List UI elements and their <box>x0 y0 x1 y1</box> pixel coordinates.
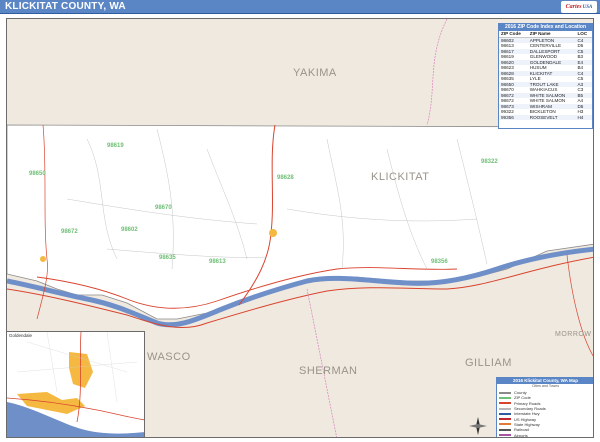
publisher-logo: Cartes USA <box>561 1 597 13</box>
legend-label: Secondary Roads <box>514 406 546 412</box>
legend-label: Interstate Hwy <box>514 411 540 417</box>
title-bar: KLICKITAT COUNTY, WA Cartes USA <box>0 0 600 14</box>
cell: H4 <box>575 114 592 121</box>
table-row: 98613 CENTERVILLE D5 <box>499 43 592 49</box>
region-label-gilliam: GILLIAM <box>465 357 512 369</box>
map-title: KLICKITAT COUNTY, WA <box>5 1 126 12</box>
region-label-wasco: WASCO <box>147 351 191 363</box>
table-row: 98670 WAHKIACUS C3 <box>499 87 592 93</box>
table-row: 98672 WHITE SALMON A4 <box>499 98 592 104</box>
zip-index-title: 2016 ZIP Code Index and Location <box>499 24 592 31</box>
region-label-klickitat: KLICKITAT <box>371 171 430 183</box>
table-row: 98619 GLENWOOD B3 <box>499 54 592 60</box>
map-legend: 2016 Klickitat County, WA Map Cities and… <box>496 377 593 438</box>
region-label-sherman: SHERMAN <box>299 365 358 377</box>
table-row: 99322 BICKLETON H3 <box>499 109 592 115</box>
zip-label: 98635 <box>159 255 176 261</box>
zip-label: 98628 <box>277 175 294 181</box>
zip-code-index: 2016 ZIP Code Index and Location ZIP Cod… <box>498 23 593 129</box>
zip-index-header: ZIP Code ZIP Name LOC <box>499 31 592 38</box>
table-row: 99356 ROOSEVELT H4 <box>499 114 592 121</box>
zip-label: 98672 <box>61 229 78 235</box>
cell: ROOSEVELT <box>527 114 576 121</box>
zip-label: 98356 <box>431 259 448 265</box>
zip-label: 98619 <box>107 143 124 149</box>
legend-row: Airports <box>499 432 593 438</box>
zip-label: 98613 <box>209 259 226 265</box>
legend-subtitle: Cities and Towns <box>531 384 560 388</box>
goldendale-inset-map[interactable]: Goldendale <box>7 331 145 437</box>
inset-title: Goldendale <box>9 333 33 338</box>
cell: 99356 <box>499 114 528 121</box>
logo-main: Cartes <box>565 4 582 10</box>
region-label-yakima: YAKIMA <box>293 67 337 79</box>
table-row: 98623 HUSUM B4 <box>499 65 592 71</box>
region-label-morrow: MORROW <box>555 331 592 338</box>
map-frame[interactable]: YAKIMA KLICKITAT SHERMAN GILLIAM MORROW … <box>6 18 594 438</box>
legend-label: Railroad <box>514 427 529 433</box>
legend-label: Primary Roads <box>514 400 541 406</box>
zip-label: 98670 <box>155 205 172 211</box>
compass-rose-icon <box>469 417 487 435</box>
zip-label: 98650 <box>29 171 46 177</box>
legend-label: ZIP Code <box>514 395 531 401</box>
zip-label: 98602 <box>121 227 138 233</box>
white-salmon-urban <box>40 256 46 262</box>
legend-label: US Highway <box>514 416 537 422</box>
legend-label: County <box>514 390 527 396</box>
legend-label: State Highway <box>514 421 540 427</box>
legend-rows: County ZIP Code Primary Roads Secondary … <box>499 390 593 438</box>
legend-label: Airports <box>514 432 528 438</box>
logo-sub: USA <box>582 4 593 10</box>
inset-canvas <box>7 332 144 437</box>
zip-index-table: ZIP Code ZIP Name LOC 98602 APPLETON C4 98… <box>499 31 592 121</box>
goldendale-urban <box>269 229 277 237</box>
zip-label: 98322 <box>481 159 498 165</box>
